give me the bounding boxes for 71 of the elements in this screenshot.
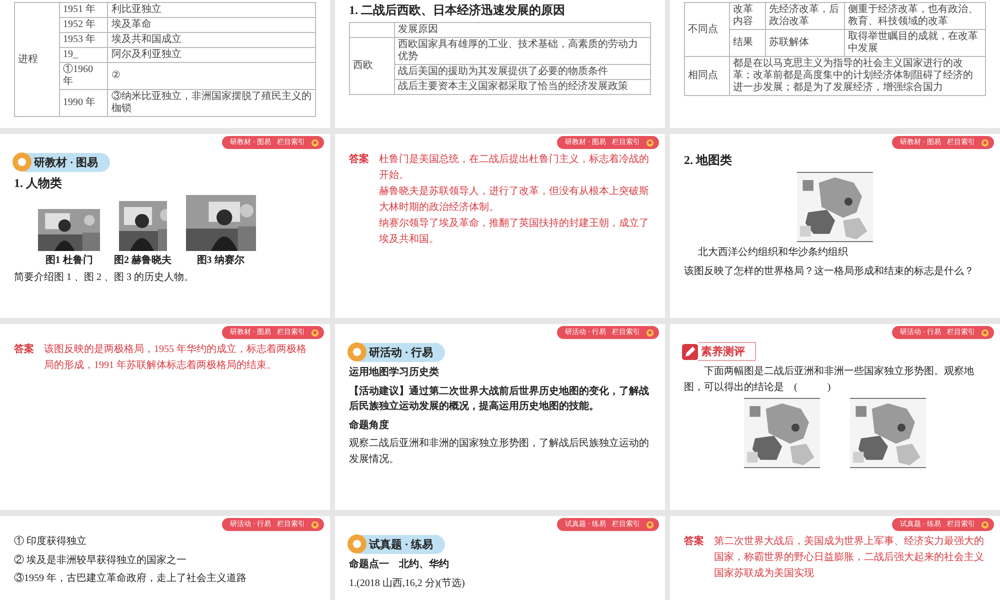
slide[interactable]: 1. 二战后西欧、日本经济迅速发展的原因 发展原因 西欧 西欧国家具有雄厚的工业、技术基础，高素质的劳动力优势 战后美国的援助为其发展提供了必要的物质条件 战后主要资本主义国家都采取了恰当的经济发展政策 — [335, 0, 665, 128]
table-cell: 1990 年 — [60, 90, 108, 116]
answer-text: 杜鲁门是美国总统，在二战后提出杜鲁门主义，标志着冷战的开始。 — [379, 152, 650, 183]
table-cell: 侧重于经济改革，也有政治、教育、科技领域的改革 — [844, 2, 986, 30]
answer-text: 该图反映的是两极格局，1955 年华约的成立，标志着两极格局的形成，1991 年苏联解体标志着两极格局的结束。 — [44, 342, 308, 373]
body-text: ③1959 年，古巴建立革命政府，走上了社会主义道路 — [14, 572, 248, 586]
table-cell: ①1960 年 — [60, 62, 108, 90]
table-cell: 不同点 — [684, 2, 730, 56]
table-cell: 都是在以马克思主义为指导的社会主义国家进行的改革；改革前都是高度集中的计划经济体制阻碍了经济的进一步发展；都是为了发展经济，增强综合国力 — [730, 56, 986, 96]
answer-text: 第二次世界大战后，美国成为世界上军事、经济实力最强大的国家，称霸世界的野心日益膨胀，二战后强大起来的社会主义国家苏联成为美国实现 — [714, 534, 985, 581]
flower-icon — [646, 138, 654, 146]
body-text: 简要介绍图 1 、图 2 、图 3 的历史人物。 — [14, 270, 195, 285]
table-cell: 阿尔及利亚独立 — [108, 48, 316, 62]
answer-label: 答案 — [684, 534, 704, 549]
table-cell: ② — [108, 62, 316, 90]
flower-icon — [311, 520, 319, 528]
table-cell: 战后美国的援助为其发展提供了必要的物质条件 — [394, 64, 650, 80]
slide[interactable]: 不同点 改革内容 先经济改革，后政治改革 侧重于经济改革，也有政治、教育、科技领域的改革 结果 苏联解体 取得举世瞩目的成就，在改革中发展 相同点 都是在以马克思主义为指导的社会主义国家进行的改革；改革前都是高度集中的计划经济体制阻碍了经济的进一步发展；都是为了发展经济，增强综合国力 — [670, 0, 1000, 128]
flower-icon — [981, 520, 989, 528]
body-text: ② 埃及是非洲较早获得独立的国家之一 — [14, 554, 188, 568]
heading: 1. 人物类 — [14, 175, 63, 192]
heading: 1. 二战后西欧、日本经济迅速发展的原因 — [349, 2, 566, 19]
table-cell: 利比亚独立 — [108, 2, 316, 18]
table-cell: 结果 — [730, 30, 766, 56]
answer-label: 答案 — [349, 152, 369, 167]
map-caption: 北大西洋公约组织和华沙条约组织 — [697, 246, 849, 260]
table-cell: 西欧国家具有雄厚的工业、技术基础，高素质的劳动力优势 — [394, 38, 650, 64]
section-title: 研教材 · 图易 — [24, 152, 110, 172]
table-cell: 1953 年 — [60, 32, 108, 48]
table-cell: 19_ — [60, 48, 108, 62]
bold-text: 运用地图学习历史类 — [349, 366, 440, 380]
table-cell: 1952 年 — [60, 18, 108, 32]
heading: 2. 地图类 — [684, 152, 733, 169]
figure-caption: 图2 赫鲁晓夫 — [114, 254, 172, 267]
bold-text: 命题角度 — [349, 418, 390, 432]
table-cell: 改革内容 — [730, 2, 766, 30]
table-cell: ③纳米比亚独立，非洲国家摆脱了殖民主义的枷锁 — [108, 90, 316, 116]
figure-caption: 图1 杜鲁门 — [45, 253, 93, 267]
section-title: 试真题 · 练易 — [359, 534, 446, 554]
slide[interactable]: 进程 1951 年 利比亚独立 1952 年 埃及革命 1953 年 埃及共和国成立 19_ 阿尔及利亚独立 ①1960 年 ② 1990 年 ③纳米比亚独立，非洲国家摆脱了殖民主义的枷锁 — [0, 0, 330, 128]
table-cell: 发展原因 — [394, 22, 650, 38]
body-text: 该图反映了怎样的世界格局？这一格局形成和结束的标志是什么？ — [684, 264, 975, 278]
flower-icon — [646, 520, 654, 528]
body-text: 观察二战后亚洲和非洲的国家独立形势图，了解战后民族独立运动的发展情况。 — [349, 436, 650, 466]
body-text: 1.(2018 山西,16,2 分)(节选) — [349, 576, 466, 590]
table-cell: 相同点 — [684, 56, 730, 96]
table-cell: 1951 年 — [60, 2, 108, 18]
table-cell: 进程 — [14, 2, 60, 116]
table-cell: 先经济改革，后政治改革 — [766, 2, 845, 30]
flower-icon — [311, 328, 319, 336]
figure-caption: 图3 纳赛尔 — [196, 253, 244, 267]
table-cell: 埃及革命 — [108, 18, 316, 32]
bold-text: 命题点一 北约、华约 — [349, 558, 450, 572]
answer-label: 答案 — [14, 342, 34, 357]
body-text: ① 印度获得独立 — [14, 534, 88, 549]
section-title: 素养测评 — [698, 342, 756, 361]
flower-icon — [311, 138, 319, 146]
flower-icon — [981, 138, 989, 146]
pencil-icon — [682, 344, 698, 360]
table-cell: 埃及共和国成立 — [108, 32, 316, 48]
table-cell: 取得举世瞩目的成就，在改革中发展 — [844, 30, 986, 56]
table-cell: 苏联解体 — [766, 30, 845, 56]
answer-text: 赫鲁晓夫是苏联领导人，进行了改革，但没有从根本上突破斯大林时期的政治经济体制。 — [379, 184, 650, 215]
bold-text: 【活动建议】通过第二次世界大战前后世界历史地图的变化，了解战后民族独立运动发展的概况，提高运用历史地图的技能。 — [349, 384, 650, 414]
section-title: 研活动 · 行易 — [359, 342, 446, 362]
body-text: 下面两幅图是二战后亚洲和非洲一些国家独立形势图。观察地图，可以得出的结论是 ( ) — [684, 364, 975, 394]
flower-icon — [981, 328, 989, 336]
flower-icon — [646, 328, 654, 336]
table-cell: 西欧 — [350, 38, 394, 94]
answer-text: 纳赛尔领导了埃及革命，推翻了英国扶持的封建王朝，成立了埃及共和国。 — [379, 216, 650, 247]
table-cell: 战后主要资本主义国家都采取了恰当的经济发展政策 — [394, 80, 650, 94]
